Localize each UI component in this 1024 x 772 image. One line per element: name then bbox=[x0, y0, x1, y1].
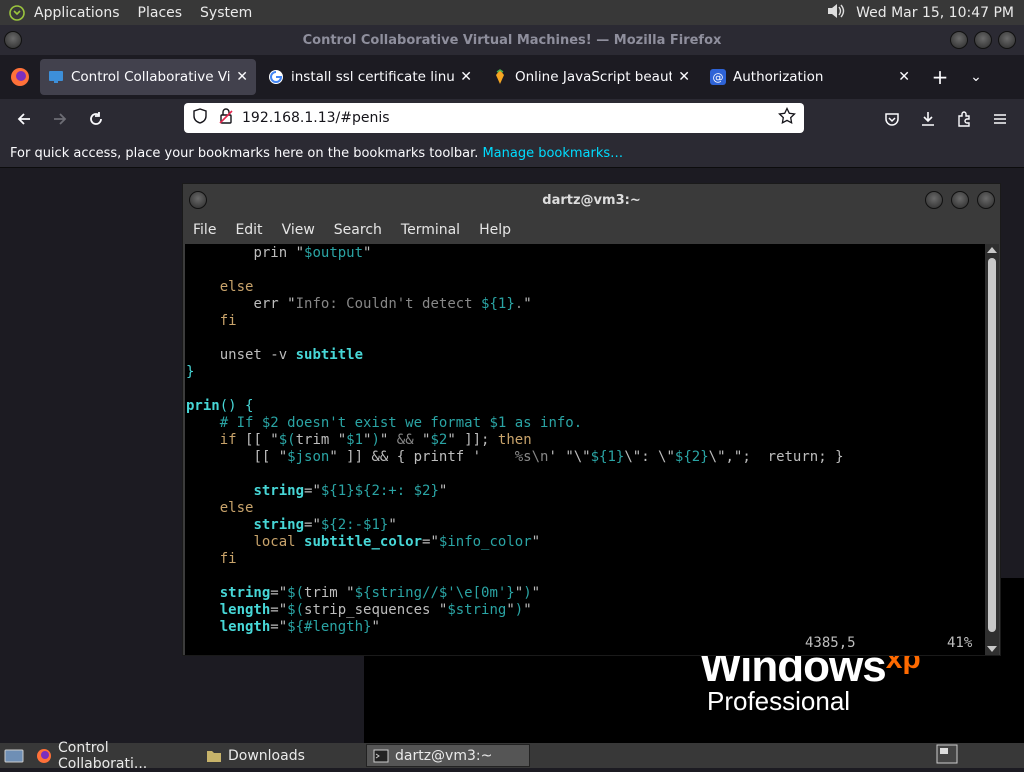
tab-install-ssl[interactable]: install ssl certificate linux - G ✕ bbox=[260, 59, 480, 95]
window-menu-button[interactable] bbox=[4, 31, 22, 49]
navigation-toolbar: 192.168.1.13/#penis bbox=[0, 99, 1024, 139]
pocket-icon[interactable] bbox=[874, 103, 910, 135]
terminal-menu-search[interactable]: Search bbox=[334, 222, 382, 238]
window-title: Control Collaborative Virtual Machines! … bbox=[302, 32, 722, 48]
close-window-button[interactable] bbox=[998, 31, 1016, 49]
url-bar[interactable]: 192.168.1.13/#penis bbox=[184, 103, 804, 133]
app-menu-icon[interactable] bbox=[982, 103, 1018, 135]
terminal-scrollbar[interactable] bbox=[985, 244, 999, 655]
terminal-icon bbox=[373, 748, 389, 764]
minimize-button[interactable] bbox=[950, 31, 968, 49]
tab-strip: Control Collaborative Virtual ✕ install … bbox=[0, 55, 1024, 99]
xp-edition: Professional bbox=[707, 686, 851, 716]
taskbar-label: dartz@vm3:~ bbox=[395, 747, 493, 764]
top-panel: Applications Places System Wed Mar 15, 1… bbox=[0, 0, 1024, 25]
tab-label: Control Collaborative Virtual bbox=[71, 69, 231, 85]
bookmark-star-icon[interactable] bbox=[778, 106, 796, 129]
downloads-icon[interactable] bbox=[910, 103, 946, 135]
cursor-position: 4385,5 bbox=[805, 635, 856, 651]
vim-status-line: 4385,5 41% bbox=[185, 635, 986, 655]
scroll-up-arrow[interactable] bbox=[987, 247, 997, 253]
back-button[interactable] bbox=[6, 103, 42, 135]
terminal-minimize-button[interactable] bbox=[925, 191, 943, 209]
bottom-taskbar: Control Collaborati... Downloads dartz@v… bbox=[0, 740, 1024, 772]
list-tabs-button[interactable]: ⌄ bbox=[958, 69, 994, 85]
menu-applications[interactable]: Applications bbox=[34, 5, 120, 21]
bookmarks-hint: For quick access, place your bookmarks h… bbox=[10, 145, 479, 161]
tab-close-icon[interactable]: ✕ bbox=[678, 69, 690, 85]
scroll-down-arrow[interactable] bbox=[987, 646, 997, 652]
menu-places[interactable]: Places bbox=[138, 5, 183, 21]
manage-bookmarks-link[interactable]: Manage bookmarks… bbox=[482, 146, 623, 161]
terminal-text-area[interactable]: prin "$output" else err "Info: Couldn't … bbox=[185, 244, 986, 655]
terminal-close-button[interactable] bbox=[977, 191, 995, 209]
terminal-menu-file[interactable]: File bbox=[193, 222, 216, 238]
monitor-icon bbox=[48, 69, 64, 85]
tab-label: Online JavaScript beautifier bbox=[515, 69, 673, 85]
terminal-title: dartz@vm3:~ bbox=[542, 192, 641, 208]
tracking-shield-icon[interactable] bbox=[192, 108, 208, 128]
terminal-menu-edit[interactable]: Edit bbox=[235, 222, 262, 238]
taskbar-item-firefox[interactable]: Control Collaborati... bbox=[30, 740, 198, 772]
taskbar-item-terminal[interactable]: dartz@vm3:~ bbox=[366, 744, 530, 767]
terminal-menubar: File Edit View Search Terminal Help bbox=[183, 216, 1000, 244]
google-icon bbox=[268, 69, 284, 85]
tab-control-collaborative[interactable]: Control Collaborative Virtual ✕ bbox=[40, 59, 256, 95]
terminal-maximize-button[interactable] bbox=[951, 191, 969, 209]
terminal-window-menu-button[interactable] bbox=[189, 191, 207, 209]
taskbar-label: Control Collaborati... bbox=[58, 739, 148, 772]
beautifier-icon bbox=[492, 69, 508, 85]
new-tab-button[interactable]: + bbox=[922, 65, 958, 89]
tab-close-icon[interactable]: ✕ bbox=[236, 69, 248, 85]
tab-close-icon[interactable]: ✕ bbox=[898, 69, 910, 85]
at-icon: @ bbox=[710, 69, 726, 85]
forward-button[interactable] bbox=[42, 103, 78, 135]
taskbar-item-downloads[interactable]: Downloads bbox=[200, 744, 364, 767]
folder-icon bbox=[206, 748, 222, 764]
menu-system[interactable]: System bbox=[200, 5, 252, 21]
clock[interactable]: Wed Mar 15, 10:47 PM bbox=[856, 5, 1014, 21]
firefox-title-bar[interactable]: Control Collaborative Virtual Machines! … bbox=[0, 25, 1024, 55]
maximize-button[interactable] bbox=[974, 31, 992, 49]
scrollbar-thumb[interactable] bbox=[988, 258, 996, 632]
tab-label: Authorization bbox=[733, 69, 824, 85]
code-editor-content: prin "$output" else err "Info: Couldn't … bbox=[186, 245, 844, 635]
terminal-menu-help[interactable]: Help bbox=[479, 222, 511, 238]
workspace-switcher-icon[interactable] bbox=[936, 744, 958, 768]
reload-button[interactable] bbox=[78, 103, 114, 135]
url-text[interactable]: 192.168.1.13/#penis bbox=[242, 110, 390, 126]
tab-authorization[interactable]: @ Authorization ✕ bbox=[702, 59, 918, 95]
terminal-title-bar[interactable]: dartz@vm3:~ bbox=[183, 184, 1000, 216]
terminal-menu-terminal[interactable]: Terminal bbox=[401, 222, 460, 238]
firefox-icon bbox=[36, 748, 52, 764]
terminal-window[interactable]: dartz@vm3:~ File Edit View Search Termin… bbox=[182, 183, 1001, 656]
show-desktop-icon[interactable] bbox=[0, 744, 28, 767]
tab-label: install ssl certificate linux - G bbox=[291, 69, 455, 85]
extensions-icon[interactable] bbox=[946, 103, 982, 135]
tab-close-icon[interactable]: ✕ bbox=[460, 69, 472, 85]
firefox-view-icon[interactable] bbox=[0, 55, 40, 99]
taskbar-label: Downloads bbox=[228, 747, 305, 764]
svg-text:@: @ bbox=[713, 71, 724, 84]
tab-js-beautifier[interactable]: Online JavaScript beautifier ✕ bbox=[484, 59, 698, 95]
volume-icon[interactable] bbox=[826, 3, 846, 23]
insecure-lock-icon[interactable] bbox=[218, 108, 234, 128]
distro-logo-icon[interactable] bbox=[6, 2, 28, 24]
bookmarks-toolbar: For quick access, place your bookmarks h… bbox=[0, 139, 1024, 168]
scroll-percent: 41% bbox=[947, 635, 973, 651]
terminal-menu-view[interactable]: View bbox=[282, 222, 315, 238]
